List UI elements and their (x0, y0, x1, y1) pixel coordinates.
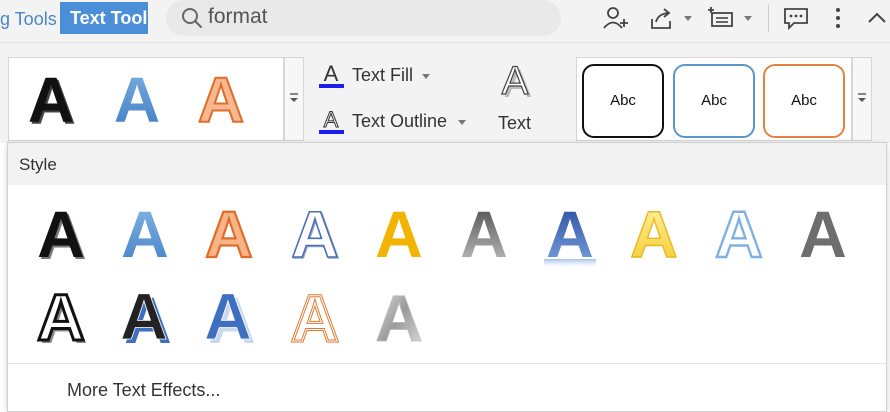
panel-title: Style (19, 155, 57, 174)
style-gray-gradient[interactable]: A (452, 197, 516, 271)
tab-drawing-tools[interactable]: g Tools (0, 4, 57, 34)
shape-styles-gallery: Abc Abc Abc (576, 57, 852, 141)
search-icon (180, 6, 204, 35)
svg-text:A: A (120, 281, 168, 353)
style-yellow-glow[interactable]: A (622, 197, 686, 271)
panel-divider (8, 363, 886, 364)
svg-text:A: A (291, 281, 339, 355)
style-gold-fill[interactable]: A (367, 197, 431, 271)
text-outline-icon: A (319, 107, 344, 134)
style-blue-white-offset[interactable]: AA (197, 281, 261, 355)
text-fill-label: Text Fill (352, 65, 414, 85)
svg-text:A: A (324, 107, 339, 132)
svg-text:A: A (715, 197, 763, 271)
wordart-gallery: AA A A (8, 57, 284, 141)
style-blue-outline[interactable]: AA (283, 197, 347, 271)
shape-styles-expand[interactable] (852, 57, 872, 141)
more-icon[interactable] (830, 5, 846, 36)
style-silver-gradient[interactable]: A (367, 281, 431, 355)
title-toolbar: g Tools Text Tool format (0, 0, 890, 42)
svg-text:A: A (630, 197, 678, 271)
svg-text:A: A (205, 197, 253, 271)
wordart-orange-a-icon[interactable]: A (191, 62, 251, 141)
text-effects-button[interactable]: AA Text (494, 59, 538, 143)
style-black-blue-offset[interactable]: AA (113, 281, 177, 355)
style-blue-gradient[interactable]: A (113, 197, 177, 271)
tab-text-tools[interactable]: Text Tool (60, 2, 148, 34)
style-orange-double-outline[interactable]: AA (283, 281, 347, 355)
shape-style-black[interactable]: Abc (582, 64, 664, 138)
style-light-blue-outline[interactable]: A (707, 197, 771, 271)
insert-dropdown-arrow-icon[interactable] (744, 16, 752, 21)
share-icon[interactable] (648, 5, 676, 36)
svg-text:A: A (324, 61, 339, 86)
share-dropdown-arrow-icon[interactable] (684, 16, 692, 21)
comment-icon[interactable] (782, 5, 810, 36)
add-user-icon[interactable] (602, 5, 630, 36)
document-edge-fragment (0, 190, 6, 210)
collapse-chevron-icon[interactable] (866, 5, 888, 36)
wordart-black-a-icon[interactable]: AA (21, 62, 81, 141)
ribbon: AA A A A Text Fill A Text Outline AA Tex… (0, 42, 890, 143)
more-text-effects-item[interactable]: More Text Effects... (67, 380, 220, 401)
toolbar-divider (768, 4, 769, 32)
style-black-double-outline[interactable]: AA (30, 281, 94, 355)
svg-text:A: A (502, 59, 529, 103)
svg-text:A: A (37, 281, 85, 354)
text-fill-button[interactable]: A Text Fill (318, 61, 438, 91)
text-effects-icon: AA (501, 59, 532, 105)
panel-header: Style (8, 143, 886, 185)
style-gray-solid[interactable]: A (791, 197, 855, 271)
svg-text:A: A (114, 64, 160, 136)
text-style-dropdown: Style AA A A AA A A A A A A AA AA AA AA … (7, 142, 887, 412)
svg-text:A: A (375, 197, 423, 271)
search-input[interactable]: format (208, 5, 268, 29)
text-outline-label: Text Outline (352, 111, 448, 131)
svg-text:A: A (198, 64, 244, 136)
svg-text:A: A (28, 64, 74, 136)
shape-style-orange[interactable]: Abc (763, 64, 845, 138)
text-fill-icon: A (319, 61, 344, 88)
insert-comment-box-icon[interactable] (706, 5, 736, 36)
svg-text:A: A (375, 281, 423, 355)
svg-text:A: A (204, 281, 252, 353)
shape-style-blue[interactable]: Abc (673, 64, 755, 138)
text-effects-label: Text (498, 113, 532, 133)
text-outline-dropdown-icon[interactable] (458, 120, 466, 125)
style-blue-reflection[interactable]: A (538, 197, 602, 271)
svg-text:A: A (37, 197, 85, 271)
svg-text:A: A (799, 197, 847, 271)
svg-text:A: A (291, 197, 339, 271)
svg-text:A: A (121, 197, 169, 271)
text-fill-dropdown-icon[interactable] (422, 74, 430, 79)
style-black-shadow[interactable]: AA (30, 197, 94, 271)
svg-text:A: A (460, 197, 508, 271)
style-orange-outline[interactable]: A (197, 197, 261, 271)
text-outline-button[interactable]: A Text Outline (318, 107, 468, 137)
wordart-gallery-expand[interactable] (284, 57, 304, 141)
search-box[interactable]: format (166, 0, 561, 36)
wordart-blue-a-icon[interactable]: A (107, 62, 167, 141)
